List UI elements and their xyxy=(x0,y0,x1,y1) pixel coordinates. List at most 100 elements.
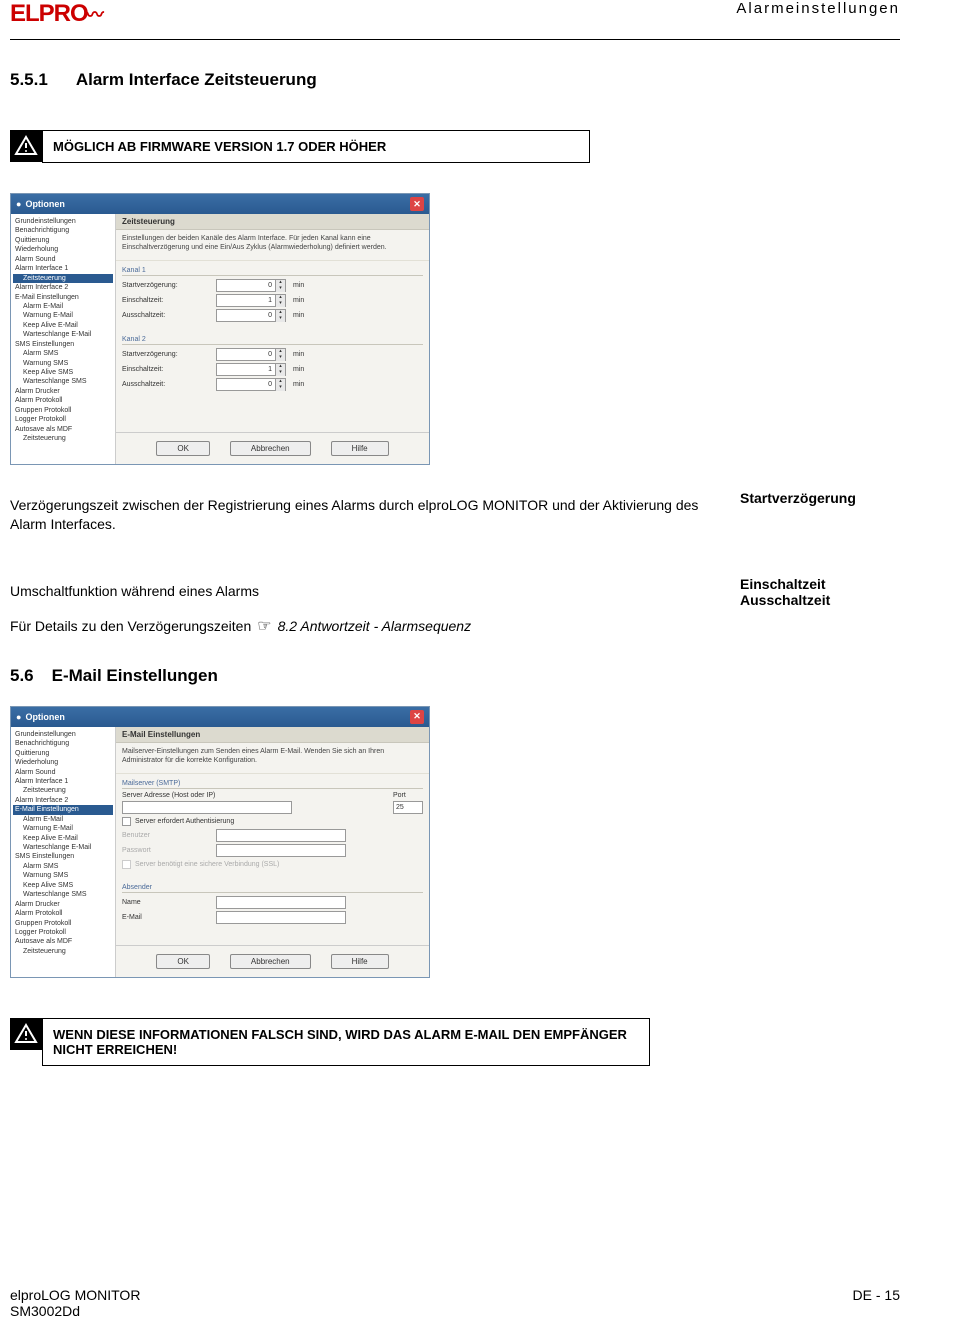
pane-description: Mailserver-Einstellungen zum Senden eine… xyxy=(116,743,429,774)
label-email: E-Mail xyxy=(122,914,212,921)
tree-item[interactable]: Quittierung xyxy=(13,236,113,245)
chevron-down-icon[interactable]: ▾ xyxy=(276,286,285,292)
pane-title: E-Mail Einstellungen xyxy=(116,727,429,743)
auth-checkbox[interactable] xyxy=(122,817,131,826)
tree-item[interactable]: Benachrichtigung xyxy=(13,739,113,748)
tree-item[interactable]: Benachrichtigung xyxy=(13,226,113,235)
cancel-button[interactable]: Abbrechen xyxy=(230,441,311,456)
tree-item[interactable]: Autosave als MDF xyxy=(13,937,113,946)
close-icon[interactable]: ✕ xyxy=(410,197,424,211)
port-input[interactable]: 25 xyxy=(393,801,423,814)
tree-item[interactable]: Alarm Interface 2 xyxy=(13,796,113,805)
para-umschalt: Umschaltfunktion während eines Alarms Ei… xyxy=(10,576,900,608)
cancel-button[interactable]: Abbrechen xyxy=(230,954,311,969)
tree-item[interactable]: Grundeinstellungen xyxy=(13,217,113,226)
para-startverz: Verzögerungszeit zwischen der Registrier… xyxy=(10,490,900,540)
alert-email-text: WENN DIESE INFORMATIONEN FALSCH SIND, WI… xyxy=(42,1018,650,1066)
tree-item[interactable]: Alarm SMS xyxy=(13,862,113,871)
tree-item[interactable]: Warnung SMS xyxy=(13,871,113,880)
help-button[interactable]: Hilfe xyxy=(331,441,389,456)
tree-item[interactable]: Alarm E-Mail xyxy=(13,815,113,824)
tree-item[interactable]: Zeitsteuerung xyxy=(13,947,113,956)
help-button[interactable]: Hilfe xyxy=(331,954,389,969)
tree-item[interactable]: Alarm SMS xyxy=(13,349,113,358)
alert-firmware: MÖGLICH AB FIRMWARE VERSION 1.7 ODER HÖH… xyxy=(10,130,590,163)
tree-item[interactable]: Grundeinstellungen xyxy=(13,730,113,739)
bullet-icon: ● xyxy=(16,199,21,209)
ssl-checkbox[interactable] xyxy=(122,860,131,869)
email-input[interactable] xyxy=(216,911,346,924)
tree-item[interactable]: Keep Alive E-Mail xyxy=(13,321,113,330)
tree-item[interactable]: Keep Alive E-Mail xyxy=(13,834,113,843)
tree-item[interactable]: Gruppen Protokoll xyxy=(13,406,113,415)
spinner-ausschalt-1[interactable]: 0▴▾ xyxy=(216,309,286,322)
pass-input[interactable] xyxy=(216,844,346,857)
server-input[interactable] xyxy=(122,801,292,814)
channel-2-title: Kanal 2 xyxy=(122,336,423,345)
tree-item[interactable]: Alarm Interface 1 xyxy=(13,777,113,786)
tree-item-selected[interactable]: Zeitsteuerung xyxy=(13,274,113,283)
tree-item[interactable]: Alarm Protokoll xyxy=(13,909,113,918)
chevron-down-icon[interactable]: ▾ xyxy=(276,385,285,391)
spinner-ausschalt-2[interactable]: 0▴▾ xyxy=(216,378,286,391)
chevron-down-icon[interactable]: ▾ xyxy=(276,355,285,361)
tree-item[interactable]: Warnung E-Mail xyxy=(13,824,113,833)
tree-item[interactable]: Logger Protokoll xyxy=(13,415,113,424)
warning-icon xyxy=(10,130,42,162)
user-input[interactable] xyxy=(216,829,346,842)
tree-item-selected[interactable]: E-Mail Einstellungen xyxy=(13,805,113,814)
tree-item[interactable]: Keep Alive SMS xyxy=(13,881,113,890)
options-tree[interactable]: Grundeinstellungen Benachrichtigung Quit… xyxy=(11,214,116,464)
spinner-einschalt-2[interactable]: 1▴▾ xyxy=(216,363,286,376)
logo-text: ELPRO xyxy=(10,0,88,28)
chevron-down-icon[interactable]: ▾ xyxy=(276,370,285,376)
tree-item[interactable]: Keep Alive SMS xyxy=(13,368,113,377)
tree-item[interactable]: Alarm Sound xyxy=(13,255,113,264)
tree-item[interactable]: SMS Einstellungen xyxy=(13,340,113,349)
tree-item[interactable]: Alarm Interface 2 xyxy=(13,283,113,292)
tree-item[interactable]: Autosave als MDF xyxy=(13,425,113,434)
tree-item[interactable]: Warteschlange SMS xyxy=(13,890,113,899)
tree-item[interactable]: Alarm Drucker xyxy=(13,900,113,909)
label-startverz: Startverzögerung: xyxy=(122,351,212,358)
ok-button[interactable]: OK xyxy=(156,441,210,456)
tree-item[interactable]: Warteschlange SMS xyxy=(13,377,113,386)
tree-item[interactable]: Zeitsteuerung xyxy=(13,434,113,443)
tree-item[interactable]: Alarm Drucker xyxy=(13,387,113,396)
tree-item[interactable]: Warnung SMS xyxy=(13,359,113,368)
tree-item[interactable]: Alarm Interface 1 xyxy=(13,264,113,273)
label-name: Name xyxy=(122,899,212,906)
tree-item[interactable]: SMS Einstellungen xyxy=(13,852,113,861)
ok-button[interactable]: OK xyxy=(156,954,210,969)
close-icon[interactable]: ✕ xyxy=(410,710,424,724)
label-startverz: Startverzögerung: xyxy=(122,282,212,289)
tree-item[interactable]: Warteschlange E-Mail xyxy=(13,330,113,339)
tree-item[interactable]: E-Mail Einstellungen xyxy=(13,293,113,302)
spinner-einschalt-1[interactable]: 1▴▾ xyxy=(216,294,286,307)
tree-item[interactable]: Wiederholung xyxy=(13,758,113,767)
tree-item[interactable]: Zeitsteuerung xyxy=(13,786,113,795)
options-tree[interactable]: Grundeinstellungen Benachrichtigung Quit… xyxy=(11,727,116,977)
tree-item[interactable]: Logger Protokoll xyxy=(13,928,113,937)
tree-item[interactable]: Alarm Sound xyxy=(13,768,113,777)
name-input[interactable] xyxy=(216,896,346,909)
tree-item[interactable]: Quittierung xyxy=(13,749,113,758)
channel-1-title: Kanal 1 xyxy=(122,267,423,276)
tree-item[interactable]: Warteschlange E-Mail xyxy=(13,843,113,852)
warning-icon xyxy=(10,1018,42,1050)
bullet-icon: ● xyxy=(16,712,21,722)
page-header: ELPRO 〰 Alarmeinstellungen xyxy=(10,0,900,40)
chevron-down-icon[interactable]: ▾ xyxy=(276,316,285,322)
tree-item[interactable]: Wiederholung xyxy=(13,245,113,254)
tree-item[interactable]: Warnung E-Mail xyxy=(13,311,113,320)
logo-wave-icon: 〰 xyxy=(86,1,103,27)
hand-pointing-icon: ☞ xyxy=(257,616,271,636)
tree-item[interactable]: Gruppen Protokoll xyxy=(13,919,113,928)
tree-item[interactable]: Alarm Protokoll xyxy=(13,396,113,405)
spinner-startverz-2[interactable]: 0▴▾ xyxy=(216,348,286,361)
tree-item[interactable]: Alarm E-Mail xyxy=(13,302,113,311)
alert-firmware-text: MÖGLICH AB FIRMWARE VERSION 1.7 ODER HÖH… xyxy=(42,130,590,163)
pane-description: Einstellungen der beiden Kanäle des Alar… xyxy=(116,230,429,261)
chevron-down-icon[interactable]: ▾ xyxy=(276,301,285,307)
spinner-startverz-1[interactable]: 0▴▾ xyxy=(216,279,286,292)
